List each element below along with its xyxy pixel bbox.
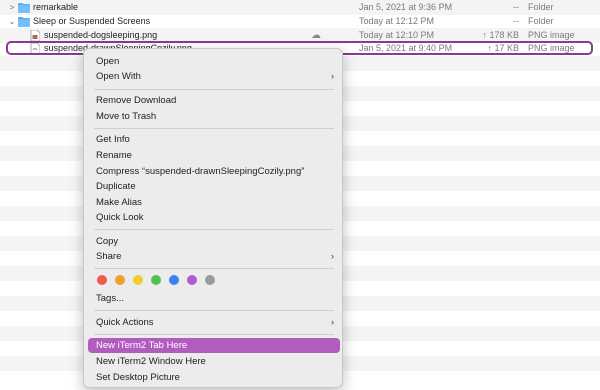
- menu-item-new-iterm2-tab[interactable]: New iTerm2 Tab Here: [88, 338, 340, 353]
- menu-item-copy[interactable]: Copy: [88, 234, 340, 249]
- menu-separator: [94, 310, 334, 311]
- tag-color-yellow[interactable]: [133, 275, 143, 285]
- file-size: --: [513, 2, 519, 12]
- tag-color-red[interactable]: [97, 275, 107, 285]
- file-name: Sleep or Suspended Screens: [33, 16, 151, 26]
- file-kind: Folder: [528, 2, 554, 12]
- menu-item-quick-look[interactable]: Quick Look: [88, 210, 340, 225]
- menu-item-duplicate[interactable]: Duplicate: [88, 179, 340, 194]
- tag-color-purple[interactable]: [187, 275, 197, 285]
- file-size: --: [513, 16, 519, 26]
- menu-item-share[interactable]: Share ›: [88, 249, 340, 264]
- table-row[interactable]: > remarkable Jan 5, 2021 at 9:36 PM -- F…: [0, 0, 600, 15]
- tag-color-gray[interactable]: [205, 275, 215, 285]
- png-file-icon: [30, 29, 42, 42]
- tag-color-orange[interactable]: [115, 275, 125, 285]
- menu-item-get-info[interactable]: Get Info: [88, 132, 340, 147]
- menu-item-set-desktop-picture[interactable]: Set Desktop Picture: [88, 370, 340, 385]
- tag-color-blue[interactable]: [169, 275, 179, 285]
- menu-item-open[interactable]: Open: [88, 54, 340, 69]
- table-row[interactable]: ⌄ Sleep or Suspended Screens Today at 12…: [0, 14, 600, 29]
- menu-item-rename[interactable]: Rename: [88, 148, 340, 163]
- file-name: remarkable: [33, 2, 79, 12]
- chevron-right-icon: ›: [331, 71, 334, 81]
- menu-item-open-with[interactable]: Open With ›: [88, 69, 340, 84]
- date-modified: Jan 5, 2021 at 9:36 PM: [359, 2, 453, 12]
- menu-item-make-alias[interactable]: Make Alias: [88, 195, 340, 210]
- folder-icon: [18, 16, 30, 27]
- file-kind: Folder: [528, 16, 554, 26]
- date-modified: Today at 12:12 PM: [359, 16, 435, 26]
- menu-separator: [94, 89, 334, 90]
- menu-item-tags[interactable]: Tags...: [88, 291, 340, 306]
- chevron-right-icon[interactable]: >: [7, 0, 17, 15]
- menu-item-remove-download[interactable]: Remove Download: [88, 93, 340, 108]
- folder-icon: [18, 2, 30, 13]
- menu-item-quick-actions[interactable]: Quick Actions ›: [88, 315, 340, 330]
- menu-separator: [94, 268, 334, 269]
- menu-item-compress[interactable]: Compress “suspended-drawnSleepingCozily.…: [88, 164, 340, 179]
- chevron-right-icon: ›: [331, 251, 334, 261]
- menu-item-new-iterm2-window[interactable]: New iTerm2 Window Here: [88, 354, 340, 369]
- context-menu: Open Open With › Remove Download Move to …: [83, 48, 343, 388]
- menu-separator: [94, 229, 334, 230]
- menu-separator: [94, 334, 334, 335]
- menu-separator: [94, 128, 334, 129]
- chevron-down-icon[interactable]: ⌄: [7, 14, 17, 29]
- menu-item-move-to-trash[interactable]: Move to Trash: [88, 109, 340, 124]
- tag-color-green[interactable]: [151, 275, 161, 285]
- chevron-right-icon: ›: [331, 317, 334, 327]
